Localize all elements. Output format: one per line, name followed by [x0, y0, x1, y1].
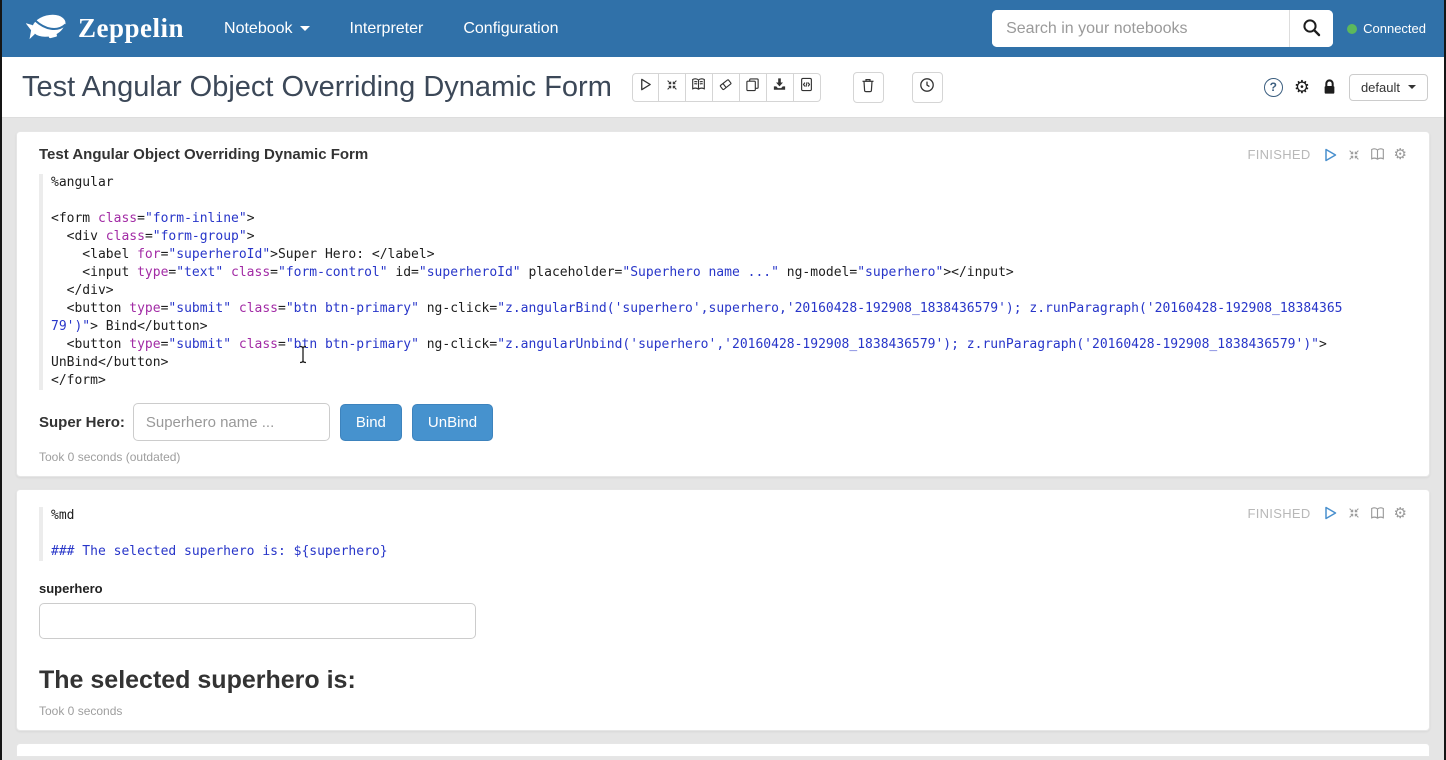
clear-output-button[interactable] — [713, 73, 740, 102]
bind-button[interactable]: Bind — [340, 404, 402, 441]
status-badge: FINISHED — [1247, 147, 1310, 162]
clone-note-button[interactable] — [740, 73, 767, 102]
connected-dot-icon — [1347, 24, 1357, 34]
nav-item-label: Interpreter — [350, 20, 424, 38]
search-button[interactable] — [1289, 10, 1333, 47]
collapse-paragraph-button[interactable] — [1347, 506, 1361, 520]
paragraph-took-status: Took 0 seconds — [39, 704, 1407, 718]
markdown-output-heading: The selected superhero is: — [39, 666, 1407, 695]
brand-title: Zeppelin — [78, 13, 184, 44]
paragraph-settings-gear-icon[interactable]: ⚙ — [1394, 147, 1407, 162]
paragraph-angular-form: Test Angular Object Overriding Dynamic F… — [16, 131, 1430, 477]
search-input[interactable] — [992, 10, 1289, 47]
nav-item-label: Notebook — [224, 20, 293, 38]
help-icon[interactable]: ? — [1264, 78, 1283, 97]
export-note-button[interactable] — [767, 73, 794, 102]
note-header-right: ? ⚙ default — [1264, 74, 1428, 101]
nav-item-configuration[interactable]: Configuration — [463, 20, 558, 38]
connection-status-label: Connected — [1363, 21, 1426, 36]
note-header: Test Angular Object Overriding Dynamic F… — [2, 57, 1444, 118]
download-icon — [772, 77, 787, 97]
superhero-form-label: Super Hero: — [39, 414, 125, 431]
nav-menu: Notebook Interpreter Configuration — [224, 20, 558, 38]
superhero-name-input[interactable] — [133, 403, 330, 441]
lock-icon[interactable] — [1321, 78, 1338, 96]
paragraph-header: Test Angular Object Overriding Dynamic F… — [39, 146, 1407, 163]
paragraph-title: Test Angular Object Overriding Dynamic F… — [39, 146, 368, 163]
run-paragraph-button[interactable] — [1322, 147, 1338, 163]
paragraph-controls: FINISHED — [1247, 505, 1407, 521]
nav-item-notebook[interactable]: Notebook — [224, 20, 310, 38]
navbar-right: Connected — [992, 10, 1426, 47]
note-title[interactable]: Test Angular Object Overriding Dynamic F… — [22, 71, 612, 104]
shrink-icon — [665, 78, 679, 97]
paragraph-took-status: Took 0 seconds (outdated) — [39, 450, 1407, 464]
search-icon — [1302, 18, 1321, 40]
collapse-paragraphs-button[interactable] — [659, 73, 686, 102]
top-navbar: Zeppelin Notebook Interpreter Configurat… — [2, 0, 1444, 57]
app-window: Zeppelin Notebook Interpreter Configurat… — [0, 0, 1446, 760]
code-editor-md[interactable]: %md ### The selected superhero is: ${sup… — [39, 507, 1407, 561]
next-paragraph-edge — [16, 743, 1430, 757]
note-toolbar — [632, 73, 821, 102]
note-body: Test Angular Object Overriding Dynamic F… — [2, 118, 1444, 757]
commit-note-button[interactable] — [794, 73, 821, 102]
interpreter-binding-label: default — [1361, 80, 1400, 95]
note-settings-gear-icon[interactable]: ⚙ — [1294, 78, 1310, 96]
show-hide-code-button[interactable] — [686, 73, 713, 102]
play-icon — [638, 77, 653, 97]
unbind-button[interactable]: UnBind — [412, 404, 493, 441]
zeppelin-brand[interactable]: Zeppelin — [26, 6, 184, 51]
book-icon — [691, 77, 706, 97]
interpreter-binding-dropdown[interactable]: default — [1349, 74, 1428, 101]
zeppelin-logo-icon — [26, 6, 70, 51]
nav-item-interpreter[interactable]: Interpreter — [350, 20, 424, 38]
dynamic-form-label: superhero — [39, 581, 1407, 596]
code-editor-angular[interactable]: %angular <form class="form-inline"> <div… — [39, 174, 1407, 390]
clock-icon — [919, 77, 935, 98]
superhero-dynamic-input[interactable] — [39, 603, 476, 639]
paragraph-settings-gear-icon[interactable]: ⚙ — [1394, 506, 1407, 521]
code-file-icon — [799, 77, 814, 97]
connection-status: Connected — [1347, 21, 1426, 36]
nav-item-label: Configuration — [463, 20, 558, 38]
notebook-search — [992, 10, 1333, 47]
trash-icon — [860, 77, 876, 98]
collapse-paragraph-button[interactable] — [1347, 148, 1361, 162]
run-paragraph-button[interactable] — [1322, 505, 1338, 521]
eraser-icon — [718, 77, 733, 97]
scheduler-button[interactable] — [912, 72, 943, 103]
status-badge: FINISHED — [1247, 506, 1310, 521]
show-editor-button[interactable] — [1370, 147, 1385, 162]
clone-icon — [745, 77, 760, 97]
paragraph-controls: FINISHED — [1247, 147, 1407, 163]
show-editor-button[interactable] — [1370, 506, 1385, 521]
remove-note-button[interactable] — [853, 72, 884, 103]
paragraph-md-output: FINISHED — [16, 489, 1430, 731]
caret-down-icon — [300, 26, 310, 31]
run-all-paragraphs-button[interactable] — [632, 73, 659, 102]
caret-down-icon — [1408, 85, 1416, 89]
angular-output-form: Super Hero: Bind UnBind — [39, 403, 1407, 441]
